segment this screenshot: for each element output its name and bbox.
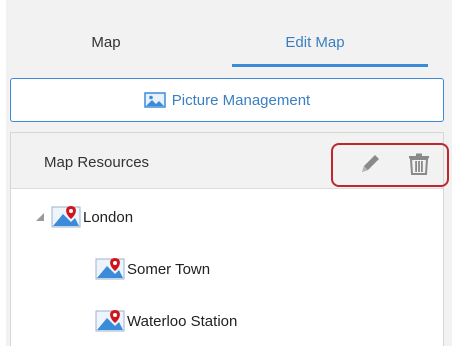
map-pin-icon [95,258,125,280]
tree-node-somer-town[interactable]: Somer Town [95,249,210,289]
map-resources-header: Map Resources [11,133,449,189]
map-panel: Map Edit Map Picture Management Map Reso… [6,0,452,346]
tree-node-london[interactable]: London [35,197,133,237]
map-resources-panel: Map Resources London Somer Town Waterloo… [10,132,449,346]
toolbar-highlight-frame [331,143,449,187]
tab-edit-map[interactable]: Edit Map [242,34,388,58]
map-resources-title: Map Resources [44,154,150,171]
expand-triangle-icon[interactable] [35,212,45,222]
tree-node-label: Somer Town [127,260,211,278]
pencil-icon[interactable] [359,153,383,175]
picture-management-label: Picture Management [171,91,311,109]
picture-icon [144,92,166,108]
map-pin-icon [51,206,81,228]
trash-icon[interactable] [407,153,431,175]
active-tab-indicator [232,64,428,67]
picture-management-button[interactable]: Picture Management [10,78,444,122]
tree-node-label: London [83,208,134,226]
map-pin-icon [95,310,125,332]
tab-map[interactable]: Map [66,34,146,58]
tree-node-label: Waterloo Station [127,312,238,330]
tree-node-waterloo-station[interactable]: Waterloo Station [95,301,237,341]
tab-bar: Map Edit Map [6,0,452,68]
